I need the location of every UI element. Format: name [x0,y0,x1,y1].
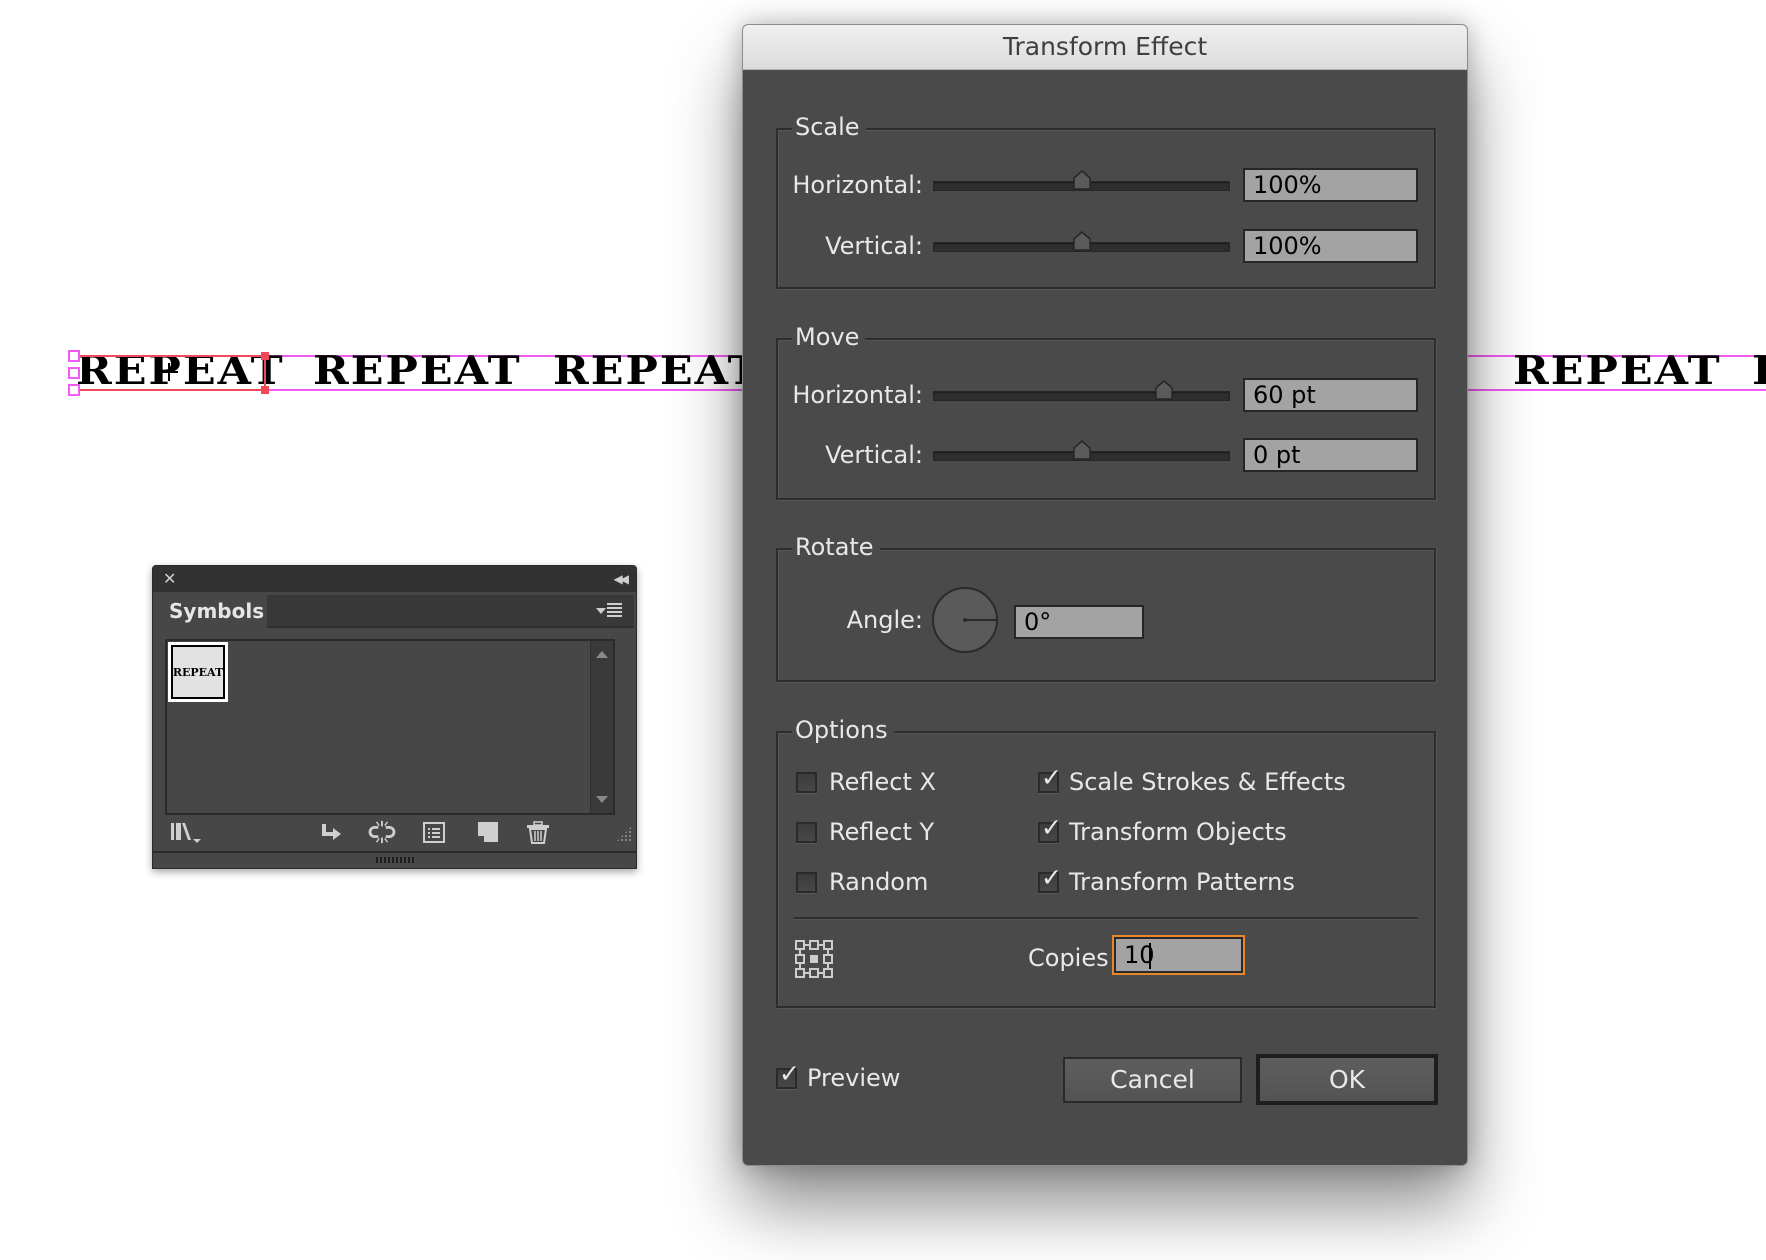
bounding-box-bottom [73,389,265,391]
cancel-button[interactable]: Cancel [1063,1057,1242,1103]
move-vertical-input[interactable]: 0 pt [1243,438,1418,472]
scale-horizontal-slider[interactable] [933,170,1230,191]
selection-handle[interactable] [68,384,80,396]
scale-horizontal-label: Horizontal: [792,171,923,199]
scale-vertical-label: Vertical: [825,232,923,260]
scale-horizontal-input[interactable]: 100% [1243,168,1418,202]
slider-thumb[interactable] [1072,231,1091,251]
move-vertical-slider[interactable] [933,440,1230,461]
menu-arrow-icon [596,608,606,614]
repeat-text-copy: REPEAT [313,348,522,395]
transform-objects-checkbox[interactable]: ✓ [1038,815,1062,843]
new-symbol-icon[interactable] [475,820,501,844]
preview-label[interactable]: Preview [807,1063,900,1093]
symbol-swatch[interactable]: REPEAT [168,642,228,702]
copies-input[interactable]: 10 [1112,935,1245,975]
checkmark-icon: ✓ [779,1059,800,1088]
scroll-down-arrow-icon[interactable] [596,796,608,803]
rotate-group: Rotate Angle: 0° [776,532,1436,682]
panel-drag-handle[interactable] [375,857,414,863]
panel-titlebar[interactable]: ✕ ◀◀ [153,566,636,592]
checkmark-icon: ✓ [1041,763,1062,792]
slider-thumb[interactable] [1155,380,1173,400]
panel-menu-icon[interactable] [596,602,626,620]
crosshair-cursor-icon [160,363,178,381]
checkmark-icon: ✓ [1041,863,1062,892]
place-symbol-instance-icon[interactable] [319,820,345,844]
angle-input[interactable]: 0° [1014,605,1144,639]
options-legend: Options [792,715,894,745]
double-chevron-left-icon[interactable]: ◀◀ [614,569,630,589]
transform-patterns-label[interactable]: Transform Patterns [1069,867,1295,897]
move-legend: Move [792,322,866,352]
bounding-box-top [73,355,265,357]
reflect-y-checkbox[interactable]: ✓ [796,822,817,843]
slider-thumb[interactable] [1072,170,1091,190]
bounding-handle[interactable] [261,386,269,394]
reflect-x-checkbox[interactable]: ✓ [796,772,817,793]
delete-symbol-icon[interactable] [525,820,551,844]
slider-thumb[interactable] [1072,440,1091,460]
repeat-text-copy: REPEAT [1513,348,1722,395]
move-horizontal-slider[interactable] [933,380,1230,401]
selection-handle[interactable] [68,367,80,379]
move-vertical-label: Vertical: [825,441,923,469]
scale-group: Scale Horizontal: 100% Vertical: 100% [776,112,1436,289]
dialog-title[interactable]: Transform Effect [743,25,1467,70]
reflect-y-label[interactable]: Reflect Y [829,817,934,847]
symbols-panel: ✕ ◀◀ Symbols REPEAT [152,565,637,869]
menu-lines-icon [607,603,622,618]
panel-toolbar [153,816,636,848]
transform-objects-label[interactable]: Transform Objects [1069,817,1287,847]
transform-patterns-checkbox[interactable]: ✓ [1038,865,1062,893]
move-group: Move Horizontal: 60 pt Vertical: 0 pt [776,322,1436,500]
tab-symbols[interactable]: Symbols [155,595,267,628]
repeat-text-original[interactable]: REPEAT [76,351,285,391]
scrollbar[interactable] [590,641,613,813]
scale-legend: Scale [792,112,866,142]
random-checkbox[interactable]: ✓ [796,872,817,893]
close-icon[interactable]: ✕ [163,569,176,589]
scale-strokes-effects-checkbox[interactable]: ✓ [1038,765,1062,793]
selection-handle[interactable] [68,350,80,362]
reflect-x-label[interactable]: Reflect X [829,767,936,797]
text-caret [1149,943,1151,969]
angle-label: Angle: [846,606,923,634]
scroll-up-arrow-icon[interactable] [596,651,608,658]
options-divider [794,917,1418,920]
reference-point-locator-icon[interactable] [794,939,834,979]
preview-checkbox[interactable]: ✓ [776,1061,800,1089]
panel-footer [153,851,636,868]
random-label[interactable]: Random [829,867,928,897]
symbols-list: REPEAT [165,639,615,815]
symbol-options-icon[interactable] [421,820,447,844]
angle-dial[interactable] [931,586,999,654]
bounding-handle[interactable] [261,352,269,360]
break-link-icon[interactable] [366,820,398,844]
transform-effect-dialog: Transform Effect Scale Horizontal: 100% … [742,24,1468,1166]
symbol-libraries-menu-icon[interactable] [169,820,203,844]
repeat-text-copy: REPEAT [553,348,762,395]
scale-vertical-slider[interactable] [933,231,1230,252]
repeat-text-copy-partial: R [1752,351,1766,391]
scale-strokes-effects-label[interactable]: Scale Strokes & Effects [1069,767,1346,797]
move-horizontal-input[interactable]: 60 pt [1243,378,1418,412]
rotate-legend: Rotate [792,532,880,562]
scale-vertical-input[interactable]: 100% [1243,229,1418,263]
panel-tab-strip: Symbols [155,595,634,628]
options-group: Options ✓ Reflect X ✓ Reflect Y ✓ Random… [776,715,1436,1008]
copies-label: Copies [1028,944,1109,972]
ok-button[interactable]: OK [1256,1054,1438,1105]
move-horizontal-label: Horizontal: [792,381,923,409]
checkmark-icon: ✓ [1041,813,1062,842]
symbol-swatch-label: REPEAT [171,645,225,699]
